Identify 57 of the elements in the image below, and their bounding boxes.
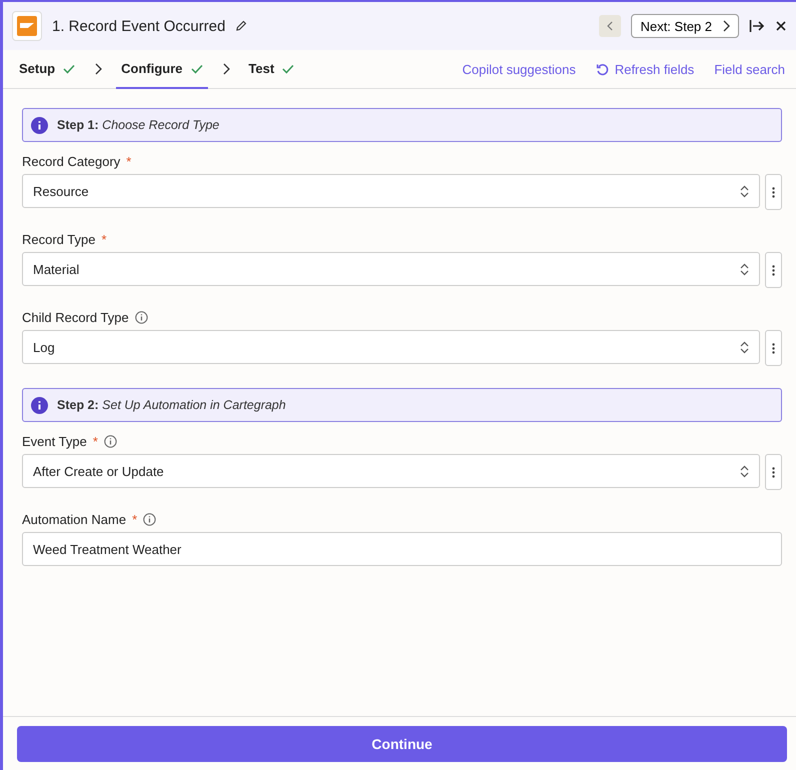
- action-link[interactable]: Field search: [714, 50, 785, 88]
- field-label: Record Type: [22, 232, 96, 247]
- required-mark: *: [132, 512, 138, 527]
- chevron-icon: [94, 63, 102, 75]
- updown-icon: [740, 184, 749, 198]
- step-tab[interactable]: Configure: [116, 50, 208, 89]
- field-label: Event Type: [22, 434, 87, 449]
- more-button[interactable]: [765, 330, 782, 366]
- info-icon: [31, 396, 48, 414]
- required-mark: *: [126, 154, 132, 169]
- chevron-icon: [222, 63, 230, 75]
- info-icon: [31, 116, 48, 134]
- step-text: Step 2: Set Up Automation in Cartegraph: [57, 398, 286, 412]
- step-text: Step 1: Choose Record Type: [57, 118, 220, 132]
- check-icon: [190, 64, 203, 74]
- info-icon: [134, 311, 148, 324]
- field-label: Record Category: [22, 154, 120, 169]
- next-button[interactable]: Next: Step 2: [631, 14, 739, 38]
- arrow-to-line-icon: [749, 19, 765, 33]
- field-label: Automation Name: [22, 512, 126, 527]
- info-icon: [143, 513, 156, 526]
- text-field[interactable]: Weed Treatment Weather: [22, 532, 782, 566]
- close-button[interactable]: [775, 20, 787, 32]
- chevron-icon: [722, 20, 730, 32]
- action-link[interactable]: Copilot suggestions: [462, 50, 576, 88]
- info-icon: [104, 435, 117, 448]
- action-link[interactable]: Refresh fields: [596, 50, 694, 88]
- updown-icon: [740, 464, 749, 478]
- more-button[interactable]: [765, 252, 782, 288]
- collapse-button[interactable]: [749, 19, 765, 33]
- more-button[interactable]: [765, 174, 782, 210]
- app-logo-icon: [12, 11, 42, 41]
- required-mark: *: [101, 232, 107, 247]
- select-field[interactable]: Material: [22, 252, 760, 286]
- pencil-icon[interactable]: [235, 20, 248, 32]
- field-label: Child Record Type: [22, 310, 129, 325]
- step-tab[interactable]: Test: [244, 50, 300, 89]
- more-icon: [772, 466, 775, 478]
- check-icon: [282, 64, 294, 74]
- updown-icon: [740, 262, 749, 276]
- select-field[interactable]: Log: [22, 330, 760, 364]
- previous-button[interactable]: [599, 15, 622, 37]
- more-icon: [772, 186, 775, 198]
- required-mark: *: [92, 434, 98, 449]
- continue-button[interactable]: Continue: [17, 726, 787, 762]
- step-title: 1. Record Event Occurred: [52, 18, 226, 34]
- step-tab[interactable]: Setup: [14, 50, 80, 89]
- more-icon: [772, 264, 775, 276]
- more-icon: [772, 342, 775, 354]
- more-button[interactable]: [765, 454, 782, 490]
- chevron-left-icon: [607, 21, 614, 31]
- select-field[interactable]: After Create or Update: [22, 454, 760, 488]
- refresh-icon: [596, 62, 609, 76]
- check-icon: [63, 64, 76, 74]
- close-icon: [775, 20, 787, 32]
- updown-icon: [740, 340, 749, 354]
- select-field[interactable]: Resource: [22, 174, 760, 208]
